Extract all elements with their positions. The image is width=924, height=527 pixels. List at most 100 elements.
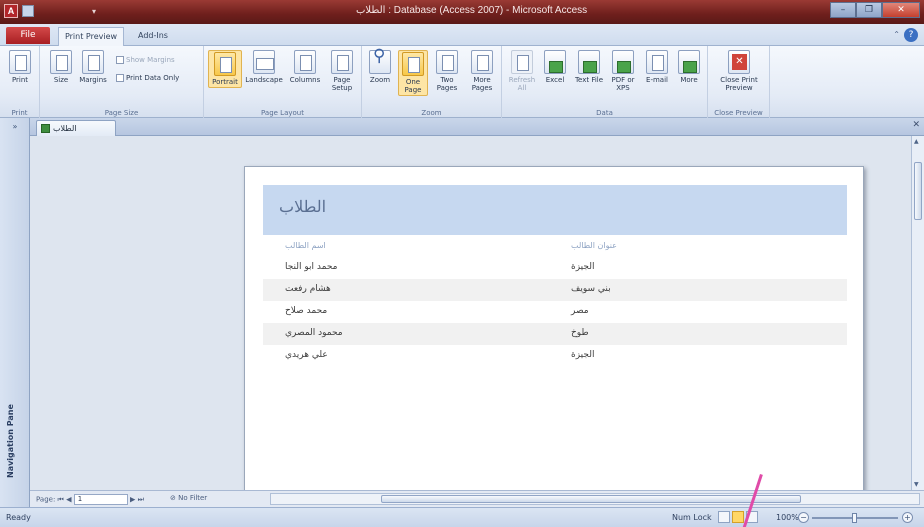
first-page-icon[interactable]: ⏮ [58,496,64,504]
student-name-cell: محمد صلاح [285,306,328,316]
table-row: محمد صلاح مصر [263,301,847,323]
scroll-up-icon[interactable]: ▲ [914,138,919,145]
close-preview-group: Close Print Preview Close Preview [708,46,770,118]
refresh-all-button[interactable]: Refresh All [506,50,538,92]
vertical-scroll-thumb[interactable] [914,162,922,220]
student-address-cell: مصر [571,306,589,316]
window-title: الطلاب : Database (Access 2007) - Micros… [356,5,588,16]
columns-button[interactable]: Columns [288,50,322,84]
email-button[interactable]: E-mail [642,50,672,84]
access-app-icon[interactable]: A [4,4,18,18]
window-controls: – ❐ ✕ [830,2,920,18]
more-export-button[interactable]: More [674,50,704,84]
horizontal-scrollbar[interactable] [270,493,920,505]
report-view-button[interactable] [732,511,744,523]
status-ready: Ready [6,513,31,522]
show-margins-checkbox[interactable]: Show Margins [116,56,175,64]
page-setup-icon [331,50,353,74]
size-button[interactable]: Size [48,50,74,84]
tab-students-report[interactable]: الطلاب [36,120,116,136]
save-icon[interactable] [22,5,34,17]
close-print-preview-button[interactable]: Close Print Preview [714,50,764,92]
more-pages-icon [471,50,493,74]
prev-page-icon[interactable]: ◀ [66,496,71,504]
excel-icon [544,50,566,74]
close-button[interactable]: ✕ [882,2,920,18]
zoom-slider-knob[interactable] [852,513,857,523]
student-address-cell: الجيزة [571,262,595,272]
zoom-level: 100% [776,513,799,522]
table-row: هشام رفعت بني سويف [263,279,847,301]
next-page-icon[interactable]: ▶ [130,496,135,504]
checkbox-icon [116,74,124,82]
status-bar: Ready Num Lock 100% − + [0,507,924,527]
page-setup-button[interactable]: Page Setup [326,50,358,92]
landscape-icon [253,50,275,74]
pdf-icon [612,50,634,74]
close-preview-icon [728,50,750,74]
zoom-out-button[interactable]: − [798,512,809,523]
zoom-in-button[interactable]: + [902,512,913,523]
more-pages-button[interactable]: More Pages [466,50,498,92]
page-size-group: Size Margins Show Margins Print Data Onl… [40,46,204,118]
horizontal-scroll-thumb[interactable] [381,495,801,503]
student-name-cell: هشام رفعت [285,284,331,294]
customize-qat-icon[interactable]: ▾ [92,7,96,16]
columns-icon [294,50,316,74]
print-button[interactable]: Print [6,50,34,84]
vertical-scrollbar[interactable]: ▲ ▼ [911,136,924,490]
minimize-ribbon-icon[interactable]: ⌃ [893,30,900,39]
filter-indicator[interactable]: ⊘ No Filter [170,494,207,502]
pdf-xps-export-button[interactable]: PDF or XPS [608,50,638,92]
close-document-icon[interactable]: ✕ [912,120,920,130]
no-filter-label: No Filter [178,494,208,502]
portrait-button[interactable]: Portrait [208,50,242,88]
report-icon [41,124,50,133]
zoom-button[interactable]: Zoom [366,50,394,84]
margins-icon [82,50,104,74]
group-label-page-size: Page Size [104,109,139,117]
page-size-icon [50,50,72,74]
page-navigator: Page: ⏮ ◀ 1 ▶ ⏭ [36,494,144,505]
report-page: الطلاب اسم الطالب عنوان الطالب محمد ابو … [244,166,864,490]
page-navigation-bar: Page: ⏮ ◀ 1 ▶ ⏭ ⊘ No Filter [30,490,924,507]
print-group: Print Print [0,46,40,118]
landscape-button[interactable]: Landscape [244,50,284,84]
excel-export-button[interactable]: Excel [540,50,570,84]
zoom-slider[interactable] [812,513,898,523]
scroll-down-icon[interactable]: ▼ [914,481,919,488]
report-header: الطلاب [263,185,847,235]
print-data-only-checkbox[interactable]: Print Data Only [116,74,179,82]
tab-print-preview[interactable]: Print Preview [58,27,124,46]
group-label-data: Data [596,109,613,117]
tab-file[interactable]: File [6,27,50,44]
print-preview-canvas: الطلاب اسم الطالب عنوان الطالب محمد ابو … [30,136,911,490]
navigation-pane[interactable]: » Navigation Pane [0,118,30,509]
page-number-input[interactable]: 1 [73,494,128,505]
two-pages-button[interactable]: Two Pages [432,50,462,92]
two-pages-icon [436,50,458,74]
nav-pane-toggle-icon[interactable]: » [8,122,22,134]
title-bar: A ▾ الطلاب : Database (Access 2007) - Mi… [0,0,924,24]
tab-add-ins[interactable]: Add-Ins [128,27,178,46]
no-filter-icon: ⊘ [170,494,176,502]
column-header-student-address: عنوان الطالب [571,241,617,250]
group-label-close-preview: Close Preview [714,109,763,117]
refresh-icon [511,50,533,74]
margins-button[interactable]: Margins [78,50,108,84]
help-icon[interactable]: ? [904,28,918,42]
last-page-icon[interactable]: ⏭ [138,496,144,504]
text-file-export-button[interactable]: Text File [574,50,604,84]
minimize-button[interactable]: – [830,2,856,18]
print-preview-view-button[interactable] [718,511,730,523]
printer-icon [9,50,31,74]
student-address-cell: طوخ [571,328,589,338]
group-label-page-layout: Page Layout [261,109,304,117]
student-name-cell: علي هريدي [285,350,328,360]
ribbon: Print Print Size Margins Show Margins Pr… [0,46,924,118]
text-file-icon [578,50,600,74]
navigation-pane-label: Navigation Pane [6,404,15,478]
restore-button[interactable]: ❐ [856,2,882,18]
one-page-button[interactable]: One Page [398,50,428,96]
page-layout-group: Portrait Landscape Columns Page Setup Pa… [204,46,362,118]
